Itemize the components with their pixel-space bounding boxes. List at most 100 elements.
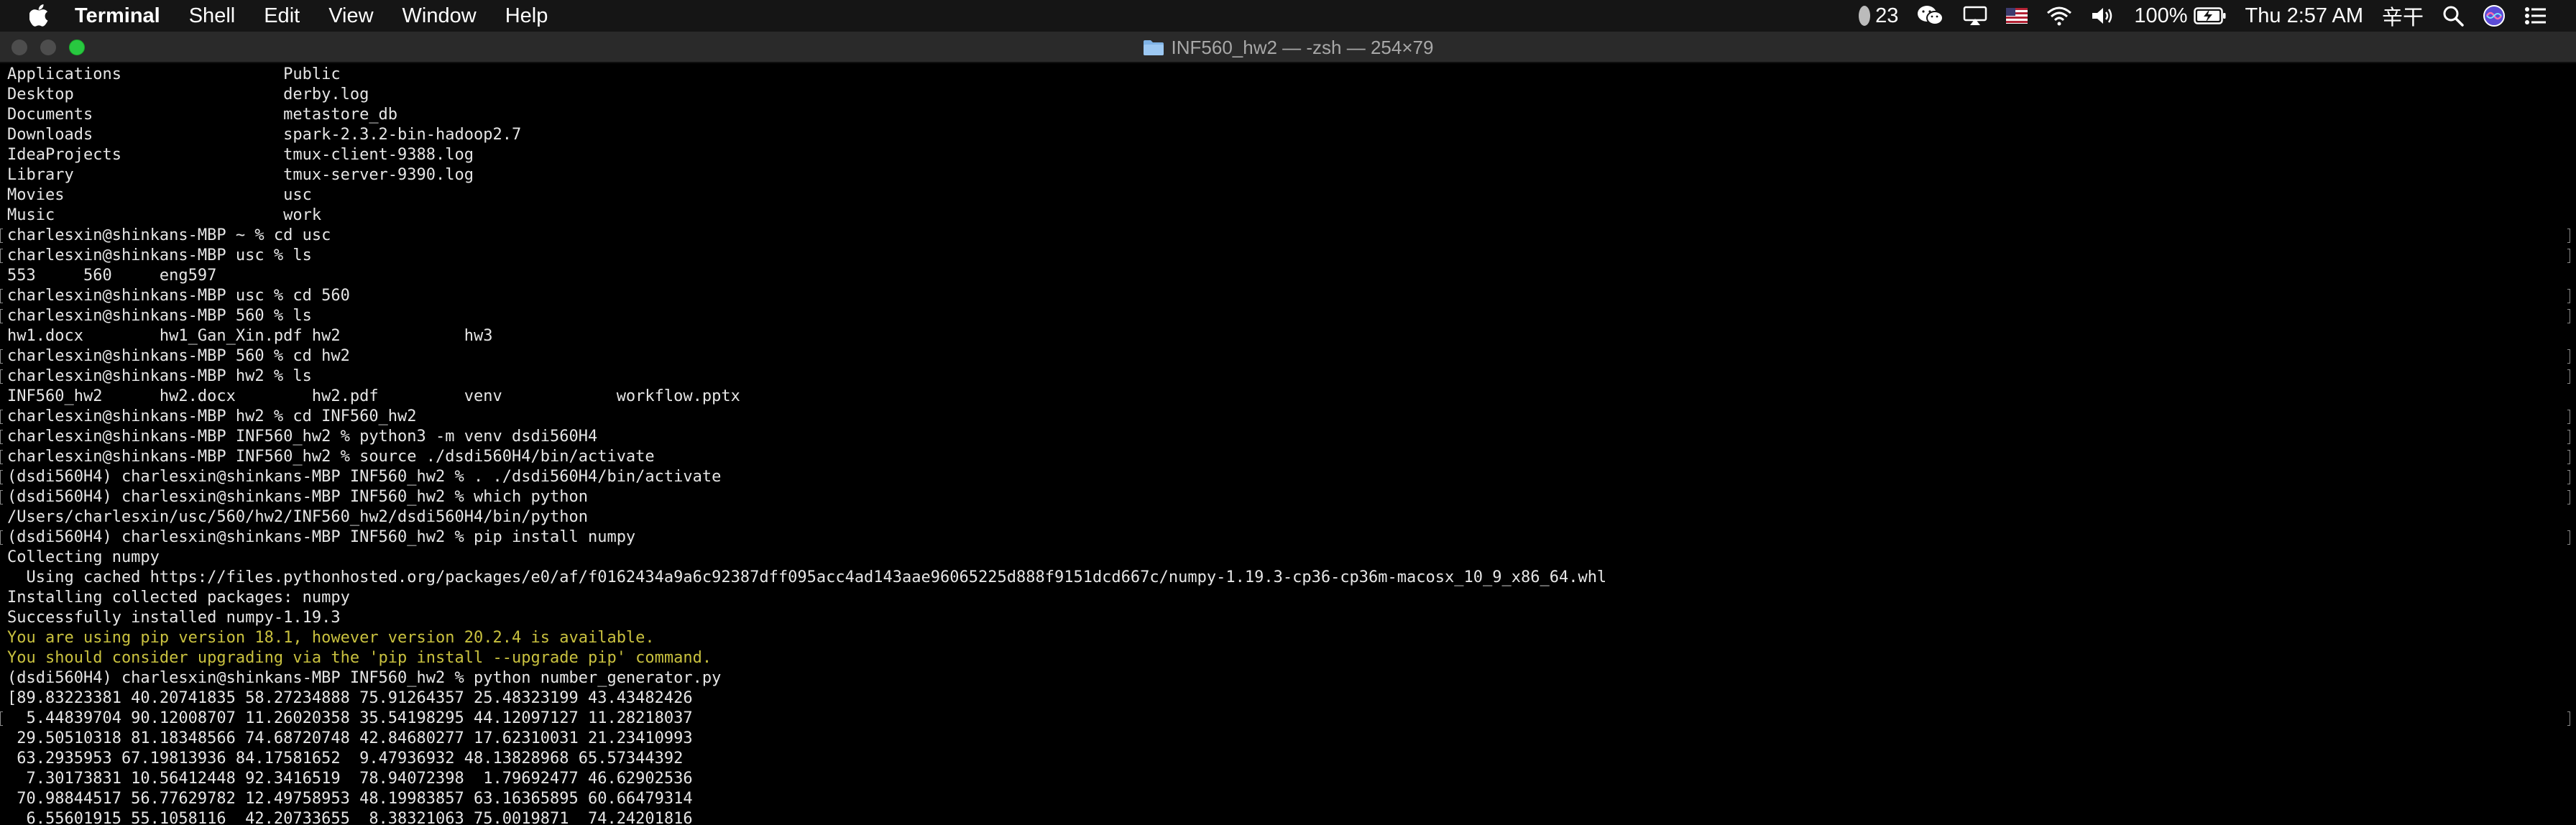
terminal-line: Successfully installed numpy-1.19.3 [0, 608, 2576, 628]
terminal-line: hw1.docx hw1_Gan_Xin.pdf hw2 hw3 [0, 326, 2576, 346]
terminal-line-text: Movies usc [7, 186, 312, 204]
window-title-text: INF560_hw2 — -zsh — 254×79 [1171, 36, 1434, 58]
menu-help[interactable]: Help [505, 0, 548, 32]
input-method[interactable]: 辛干 [2382, 1, 2424, 31]
terminal-line: Applications Public [0, 65, 2576, 85]
terminal-line-text: hw1.docx hw1_Gan_Xin.pdf hw2 hw3 [7, 327, 493, 345]
command-mark-right [2567, 450, 2570, 464]
terminal-line: 29.50510318 81.18348566 74.68720748 42.8… [0, 729, 2576, 749]
command-mark-right [2567, 349, 2570, 364]
terminal-line-text: (dsdi560H4) charlesxin@shinkans-MBP INF5… [7, 488, 588, 506]
menu-bar: Terminal Shell Edit View Window Help 23 [0, 0, 2576, 32]
command-mark-left [0, 410, 3, 424]
terminal-line-text: charlesxin@shinkans-MBP usc % cd 560 [7, 287, 350, 305]
terminal-line-text: 70.98844517 56.77629782 12.49758953 48.1… [7, 790, 693, 808]
window-title: INF560_hw2 — -zsh — 254×79 [0, 32, 2576, 63]
command-mark-right [2567, 410, 2570, 424]
command-mark-right [2567, 229, 2570, 243]
terminal-content[interactable]: Applications Public Desktop derby.log Docu… [0, 65, 2576, 825]
command-mark-left [0, 249, 3, 263]
terminal-line-text: /Users/charlesxin/usc/560/hw2/INF560_hw2… [7, 508, 588, 526]
terminal-line-text: charlesxin@shinkans-MBP hw2 % ls [7, 367, 312, 385]
terminal-line-text: (dsdi560H4) charlesxin@shinkans-MBP INF5… [7, 669, 722, 687]
menu-app-name[interactable]: Terminal [75, 0, 160, 32]
terminal-line-text: 553 560 eng597 [7, 267, 217, 285]
menu-window[interactable]: Window [402, 0, 477, 32]
command-mark-left [0, 289, 3, 303]
terminal-line-text: charlesxin@shinkans-MBP usc % ls [7, 246, 312, 264]
command-mark-left [0, 470, 3, 484]
terminal-line-text: You should consider upgrading via the 'p… [7, 649, 712, 667]
terminal-line: charlesxin@shinkans-MBP ~ % cd usc [0, 226, 2576, 246]
terminal-line-text: charlesxin@shinkans-MBP ~ % cd usc [7, 226, 331, 244]
terminal-line: Movies usc [0, 185, 2576, 206]
notification-status[interactable]: 23 [1858, 4, 1898, 28]
command-mark-right [2567, 369, 2570, 384]
terminal-line: Library tmux-server-9390.log [0, 165, 2576, 185]
terminal-line-text: 7.30173831 10.56412448 92.3416519 78.940… [7, 770, 693, 788]
terminal-line: charlesxin@shinkans-MBP usc % ls [0, 246, 2576, 266]
command-mark-left [0, 229, 3, 243]
terminal-line-text: Library tmux-server-9390.log [7, 166, 474, 184]
terminal-line-text: Music work [7, 206, 322, 224]
volume-icon[interactable] [2091, 6, 2115, 26]
command-mark-left [0, 369, 3, 384]
terminal-line: [89.83223381 40.20741835 58.27234888 75.… [0, 688, 2576, 709]
terminal-line-text: (dsdi560H4) charlesxin@shinkans-MBP INF5… [7, 468, 722, 486]
menu-view[interactable]: View [328, 0, 373, 32]
wechat-icon[interactable] [1917, 4, 1944, 27]
folder-icon [1143, 39, 1164, 56]
terminal-line-text: charlesxin@shinkans-MBP INF560_hw2 % pyt… [7, 428, 598, 446]
command-mark-right [2567, 490, 2570, 504]
flag-icon[interactable] [2006, 8, 2028, 24]
command-mark-right [2567, 309, 2570, 323]
terminal-line: charlesxin@shinkans-MBP INF560_hw2 % pyt… [0, 427, 2576, 447]
battery-status[interactable]: 100% [2134, 4, 2226, 28]
terminal-line: charlesxin@shinkans-MBP 560 % ls [0, 306, 2576, 326]
terminal-window: INF560_hw2 — -zsh — 254×79 Applications … [0, 32, 2576, 825]
apple-icon[interactable] [29, 4, 50, 28]
command-mark-right [2567, 289, 2570, 303]
command-mark-left [0, 430, 3, 444]
terminal-line: Downloads spark-2.3.2-bin-hadoop2.7 [0, 125, 2576, 145]
battery-icon [2193, 7, 2227, 24]
window-titlebar[interactable]: INF560_hw2 — -zsh — 254×79 [0, 32, 2576, 63]
clock[interactable]: Thu 2:57 AM [2245, 4, 2363, 28]
terminal-line-text: charlesxin@shinkans-MBP INF560_hw2 % sou… [7, 448, 655, 466]
terminal-line-text: charlesxin@shinkans-MBP 560 % ls [7, 307, 312, 325]
terminal-line-text: 63.2935953 67.19813936 84.17581652 9.479… [7, 750, 684, 768]
terminal-line-text: Desktop derby.log [7, 86, 369, 103]
terminal-line: 63.2935953 67.19813936 84.17581652 9.479… [0, 749, 2576, 769]
battery-percent: 100% [2134, 4, 2188, 27]
terminal-line-text: You are using pip version 18.1, however … [7, 629, 655, 647]
airplay-icon[interactable] [1963, 6, 1987, 26]
notification-icon [1858, 5, 1871, 27]
siri-icon[interactable] [2483, 4, 2506, 27]
terminal-line: Using cached https://files.pythonhosted.… [0, 568, 2576, 588]
terminal-line-text: 5.44839704 90.12008707 11.26020358 35.54… [7, 709, 693, 727]
terminal-line: charlesxin@shinkans-MBP 560 % cd hw2 [0, 346, 2576, 367]
control-center-icon[interactable] [2524, 6, 2547, 25]
terminal-line-text: charlesxin@shinkans-MBP 560 % cd hw2 [7, 347, 350, 365]
command-mark-right [2567, 711, 2570, 726]
menu-shell[interactable]: Shell [189, 0, 236, 32]
command-mark-left [0, 711, 3, 726]
command-mark-left [0, 450, 3, 464]
terminal-line: Music work [0, 206, 2576, 226]
wifi-icon[interactable] [2046, 6, 2072, 26]
terminal-line: charlesxin@shinkans-MBP usc % cd 560 [0, 286, 2576, 306]
terminal-line: 6.55601915 55.1058116 42.20733655 8.3832… [0, 809, 2576, 825]
terminal-line: /Users/charlesxin/usc/560/hw2/INF560_hw2… [0, 507, 2576, 527]
terminal-line: (dsdi560H4) charlesxin@shinkans-MBP INF5… [0, 527, 2576, 548]
terminal-line: INF560_hw2 hw2.docx hw2.pdf venv workflo… [0, 387, 2576, 407]
menu-edit[interactable]: Edit [264, 0, 300, 32]
command-mark-left [0, 530, 3, 545]
terminal-line: Collecting numpy [0, 548, 2576, 568]
terminal-line-text: Applications Public [7, 65, 341, 83]
terminal-line: 553 560 eng597 [0, 266, 2576, 286]
terminal-line: Desktop derby.log [0, 85, 2576, 105]
terminal-line: (dsdi560H4) charlesxin@shinkans-MBP INF5… [0, 487, 2576, 507]
terminal-line-text: IdeaProjects tmux-client-9388.log [7, 146, 474, 164]
terminal-line-text: Collecting numpy [7, 548, 160, 566]
search-icon[interactable] [2442, 5, 2464, 27]
